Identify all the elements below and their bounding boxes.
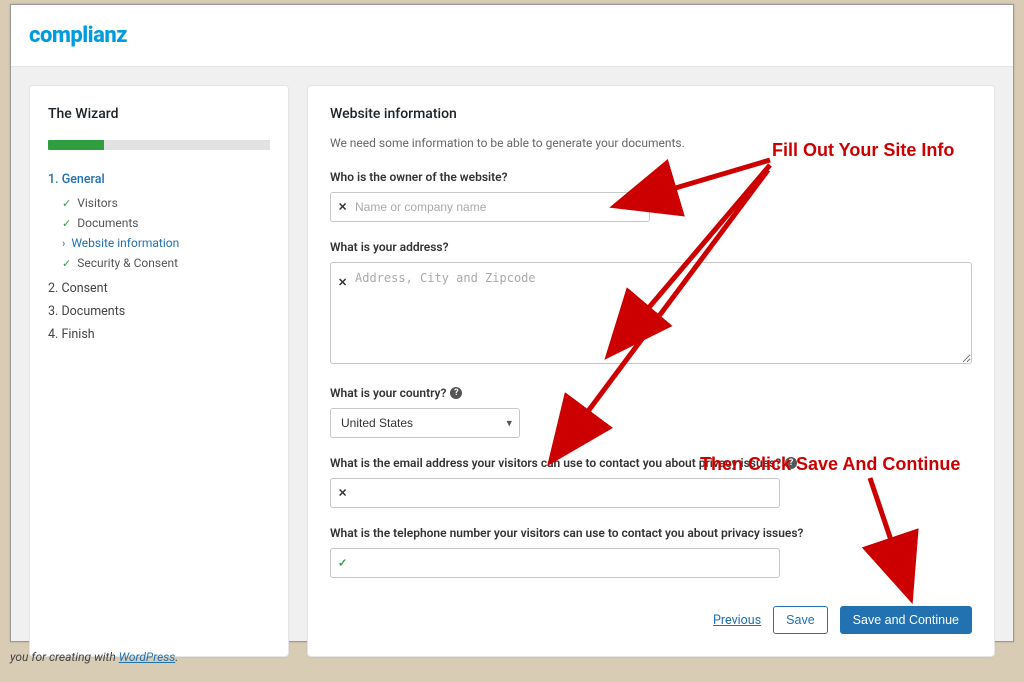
chevron-right-icon: › xyxy=(62,238,65,249)
error-icon: ✕ xyxy=(338,487,347,500)
substep-visitors[interactable]: ✓ Visitors xyxy=(62,193,270,213)
save-continue-button[interactable]: Save and Continue xyxy=(840,606,972,634)
address-input[interactable] xyxy=(330,262,972,364)
email-label: What is the email address your visitors … xyxy=(330,456,972,470)
wizard-step-documents[interactable]: 3. Documents xyxy=(48,300,270,323)
previous-link[interactable]: Previous xyxy=(713,613,761,628)
substep-website-information[interactable]: › Website information xyxy=(62,233,270,253)
sidebar-title: The Wizard xyxy=(48,106,270,122)
app-header: complianz xyxy=(11,5,1013,67)
error-icon: ✕ xyxy=(338,276,347,289)
wizard-main-panel: Website information We need some informa… xyxy=(307,85,995,657)
owner-input[interactable] xyxy=(330,192,650,222)
check-icon: ✓ xyxy=(62,218,71,229)
footer-credit: you for creating with WordPress. xyxy=(10,650,178,664)
help-icon[interactable]: ? xyxy=(785,457,797,469)
substep-documents[interactable]: ✓ Documents xyxy=(62,213,270,233)
address-label: What is your address? xyxy=(330,240,972,254)
check-icon: ✓ xyxy=(62,258,71,269)
page-intro: We need some information to be able to g… xyxy=(330,136,972,150)
check-icon: ✓ xyxy=(338,557,347,570)
phone-label: What is the telephone number your visito… xyxy=(330,526,972,540)
save-button[interactable]: Save xyxy=(773,606,828,634)
wordpress-link[interactable]: WordPress xyxy=(119,650,176,664)
substep-security-consent[interactable]: ✓ Security & Consent xyxy=(62,253,270,273)
error-icon: ✕ xyxy=(338,201,347,214)
phone-input[interactable] xyxy=(330,548,780,578)
wizard-step-consent[interactable]: 2. Consent xyxy=(48,277,270,300)
email-input[interactable] xyxy=(330,478,780,508)
wizard-step-finish[interactable]: 4. Finish xyxy=(48,323,270,346)
wizard-sidebar: The Wizard 1. General ✓ Visitors ✓ Docum… xyxy=(29,85,289,657)
help-icon[interactable]: ? xyxy=(450,387,462,399)
check-icon: ✓ xyxy=(62,198,71,209)
wizard-progress xyxy=(48,140,270,150)
country-select[interactable]: United States xyxy=(330,408,520,438)
country-label: What is your country? ? xyxy=(330,386,972,400)
owner-label: Who is the owner of the website? xyxy=(330,170,972,184)
wizard-step-general[interactable]: 1. General xyxy=(48,168,270,191)
brand-logo: complianz xyxy=(29,23,127,48)
page-title: Website information xyxy=(330,106,972,122)
